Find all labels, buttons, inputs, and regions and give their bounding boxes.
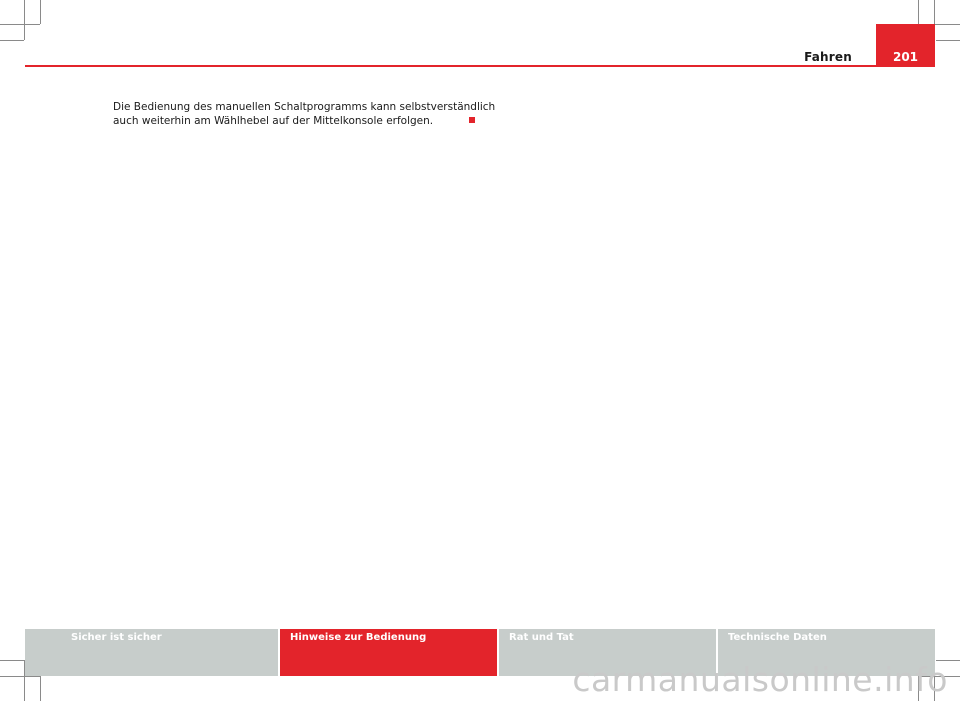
page-number: 201 <box>892 50 919 64</box>
body-paragraph: Die Bedienung des manuellen Schaltprogra… <box>113 100 496 128</box>
crop-mark <box>918 0 919 24</box>
body-line: auch weiterhin am Wählhebel auf der Mitt… <box>113 115 434 127</box>
chapter-title: Fahren <box>804 50 852 64</box>
section-end-marker <box>469 117 475 123</box>
header-rule <box>25 65 935 67</box>
page-number-tab: 201 <box>876 24 935 67</box>
footer-tab-hinweise-zur-bedienung[interactable]: Hinweise zur Bedienung <box>280 629 497 676</box>
body-line: Die Bedienung des manuellen Schaltprogra… <box>113 101 496 113</box>
crop-mark <box>936 40 960 41</box>
crop-mark <box>0 40 24 41</box>
crop-mark <box>0 660 24 661</box>
footer-tab-sicher-ist-sicher[interactable]: Sicher ist sicher <box>25 629 278 676</box>
crop-mark <box>40 676 41 701</box>
crop-mark <box>0 676 40 677</box>
crop-mark <box>40 0 41 24</box>
crop-mark <box>24 0 25 40</box>
watermark: carmanualsonline.info <box>572 660 948 699</box>
crop-mark <box>0 24 40 25</box>
